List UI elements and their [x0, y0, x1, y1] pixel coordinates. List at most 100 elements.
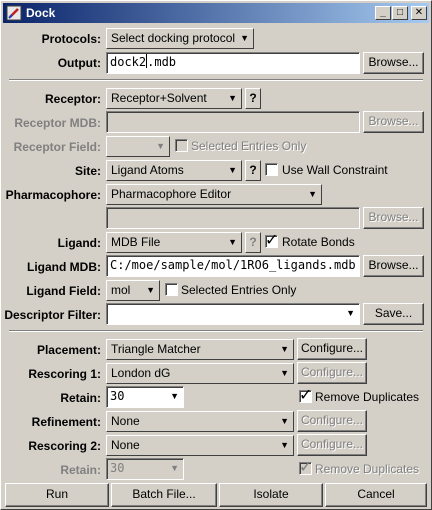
receptor-selected-only-label: Selected Entries Only: [191, 139, 307, 153]
checkmark-icon: ✓: [299, 459, 313, 476]
pharmacophore-file-input[interactable]: [106, 207, 360, 229]
receptor-mdb-browse-button[interactable]: Browse...: [363, 111, 424, 133]
refinement-dropdown[interactable]: None ▼: [106, 411, 294, 432]
descriptor-filter-label: Descriptor Filter:: [4, 308, 101, 322]
maximize-icon: □: [396, 7, 404, 18]
rescoring2-value: None: [111, 438, 140, 452]
minimize-button[interactable]: _: [375, 6, 391, 20]
chevron-down-icon: ▼: [156, 141, 165, 151]
checkmark-icon: ✓: [299, 387, 313, 404]
rescoring1-label: Rescoring 1:: [28, 367, 101, 381]
ligand-mdb-label: Ligand MDB:: [27, 260, 101, 274]
rescoring1-value: London dG: [111, 366, 171, 380]
chevron-down-icon: ▼: [240, 33, 249, 43]
close-button[interactable]: ✕: [411, 6, 427, 20]
protocols-dropdown[interactable]: Select docking protocol ▼: [106, 28, 254, 49]
protocols-label: Protocols:: [41, 32, 101, 46]
chevron-down-icon[interactable]: ▼: [170, 387, 179, 406]
ligand-value: MDB File: [111, 235, 161, 249]
output-input[interactable]: dock2.mdb: [106, 52, 360, 74]
maximize-button[interactable]: □: [392, 6, 408, 20]
chevron-down-icon: ▼: [280, 344, 289, 354]
dock-window: Dock _ □ ✕ Protocols: Select docking pro…: [0, 0, 432, 510]
minimize-icon: _: [380, 7, 386, 18]
retain2-label: Retain:: [60, 463, 101, 477]
rescoring2-configure-button[interactable]: Configure...: [297, 434, 367, 456]
title-bar[interactable]: Dock _ □ ✕: [3, 3, 429, 23]
chevron-down-icon[interactable]: ▼: [346, 304, 355, 323]
pharmacophore-dropdown[interactable]: Pharmacophore Editor ▼: [106, 184, 322, 205]
ligand-help-button[interactable]: ?: [245, 232, 261, 253]
ligand-selected-only-label: Selected Entries Only: [181, 283, 297, 297]
site-help-button[interactable]: ?: [245, 160, 261, 181]
wall-constraint-label: Use Wall Constraint: [282, 163, 388, 177]
receptor-field-dropdown[interactable]: ▼: [106, 136, 170, 157]
receptor-selected-only-checkbox[interactable]: [175, 139, 188, 152]
rescoring2-label: Rescoring 2:: [28, 439, 101, 453]
chevron-down-icon: ▼: [280, 440, 289, 450]
receptor-mdb-label: Receptor MDB:: [14, 116, 101, 130]
output-value-after: .mdb: [147, 55, 177, 69]
chevron-down-icon: ▼: [280, 368, 289, 378]
descriptor-save-button[interactable]: Save...: [363, 303, 424, 325]
retain1-value: 30: [110, 389, 125, 403]
retain2-dedupe-label: Remove Duplicates: [315, 462, 420, 476]
refinement-configure-button[interactable]: Configure...: [297, 410, 367, 432]
ligand-field-value: mol: [111, 283, 131, 297]
window-title: Dock: [26, 6, 56, 20]
checkmark-icon: ✓: [265, 232, 279, 249]
chevron-down-icon: ▼: [308, 189, 317, 199]
isolate-button[interactable]: Isolate: [219, 483, 323, 507]
retain2-value: 30: [110, 461, 125, 475]
placement-value: Triangle Matcher: [111, 342, 201, 356]
ligand-mdb-input[interactable]: C:/moe/sample/mol/1RO6_ligands.mdb: [106, 255, 360, 277]
chevron-down-icon[interactable]: ▼: [170, 459, 179, 478]
ligand-field-label: Ligand Field:: [26, 284, 101, 298]
ligand-dropdown[interactable]: MDB File ▼: [106, 232, 242, 253]
batch-file-button[interactable]: Batch File...: [111, 483, 217, 507]
rescoring1-dropdown[interactable]: London dG ▼: [106, 363, 294, 384]
output-value-before: dock2: [110, 55, 147, 69]
retain1-dedupe-checkbox[interactable]: ✓: [299, 387, 312, 404]
rotate-bonds-label: Rotate Bonds: [282, 235, 355, 249]
retain2-combo[interactable]: 30 ▼: [106, 458, 184, 480]
placement-dropdown[interactable]: Triangle Matcher ▼: [106, 339, 294, 360]
retain1-dedupe-label: Remove Duplicates: [315, 390, 420, 404]
chevron-down-icon: ▼: [280, 416, 289, 426]
output-label: Output:: [57, 56, 101, 70]
pharmacophore-label: Pharmacophore:: [5, 188, 101, 202]
placement-label: Placement:: [36, 343, 101, 357]
receptor-dropdown[interactable]: Receptor+Solvent ▼: [106, 88, 242, 109]
ligand-label: Ligand:: [57, 236, 101, 250]
run-button[interactable]: Run: [5, 483, 109, 507]
ligand-field-dropdown[interactable]: mol ▼: [106, 280, 160, 301]
receptor-label: Receptor:: [44, 92, 101, 106]
chevron-down-icon: ▼: [228, 237, 237, 247]
descriptor-filter-combo[interactable]: ▼: [106, 303, 360, 325]
refinement-value: None: [111, 414, 140, 428]
rotate-bonds-checkbox[interactable]: ✓: [265, 232, 278, 249]
chevron-down-icon: ▼: [228, 165, 237, 175]
rescoring1-configure-button[interactable]: Configure...: [297, 362, 367, 384]
chevron-down-icon: ▼: [146, 285, 155, 295]
retain2-dedupe-checkbox[interactable]: ✓: [299, 459, 312, 476]
placement-configure-button[interactable]: Configure...: [297, 338, 367, 360]
receptor-help-button[interactable]: ?: [245, 88, 261, 109]
ligand-mdb-browse-button[interactable]: Browse...: [363, 255, 424, 277]
site-dropdown[interactable]: Ligand Atoms ▼: [106, 160, 242, 181]
site-value: Ligand Atoms: [111, 163, 184, 177]
receptor-mdb-input[interactable]: [106, 111, 360, 133]
separator: [9, 330, 423, 332]
receptor-value: Receptor+Solvent: [111, 91, 207, 105]
refinement-label: Refinement:: [31, 415, 101, 429]
cancel-button[interactable]: Cancel: [325, 483, 427, 507]
separator: [9, 79, 423, 81]
wall-constraint-checkbox[interactable]: [265, 163, 278, 176]
ligand-selected-only-checkbox[interactable]: [165, 283, 178, 296]
rescoring2-dropdown[interactable]: None ▼: [106, 435, 294, 456]
protocols-value: Select docking protocol: [111, 31, 236, 45]
pharmacophore-browse-button[interactable]: Browse...: [363, 207, 424, 229]
output-browse-button[interactable]: Browse...: [363, 52, 424, 74]
retain1-combo[interactable]: 30 ▼: [106, 386, 184, 408]
chevron-down-icon: ▼: [228, 93, 237, 103]
